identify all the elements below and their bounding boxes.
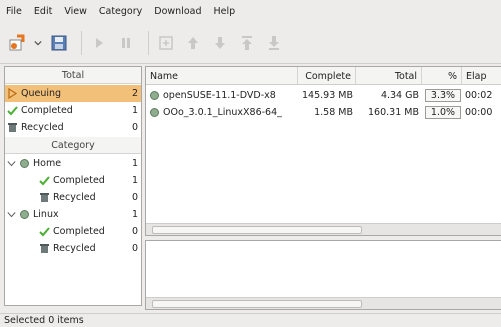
- sidebar-item-home-recycled[interactable]: Recycled 0: [5, 189, 141, 206]
- table-row[interactable]: openSUSE-11.1-DVD-x8 145.93 MB 4.34 GB 3…: [146, 87, 501, 104]
- move-up-button[interactable]: [182, 32, 204, 54]
- sidebar-item-count: 1: [131, 175, 138, 186]
- sidebar-item-label: Recycled: [53, 243, 96, 254]
- sidebar-item-count: 2: [131, 88, 138, 99]
- trash-icon: [8, 123, 17, 132]
- sidebar-item-home[interactable]: Home 1: [5, 155, 141, 172]
- file-icon: [150, 108, 159, 117]
- menu-bar: File Edit View Category Download Help: [0, 0, 501, 22]
- toolbar-separator: [81, 30, 82, 55]
- sidebar-item-recycled[interactable]: Recycled 0: [5, 119, 141, 136]
- menu-help[interactable]: Help: [214, 6, 236, 17]
- sidebar-item-count: 0: [131, 226, 138, 237]
- column-header-name[interactable]: Name: [146, 67, 298, 85]
- file-icon: [150, 91, 159, 100]
- category-icon: [20, 159, 29, 168]
- column-header-percent[interactable]: %: [422, 67, 462, 85]
- sidebar-item-label: Completed: [53, 226, 105, 237]
- cell-complete: 145.93 MB: [302, 90, 353, 101]
- check-icon: [39, 176, 50, 186]
- scrollbar-thumb[interactable]: [152, 300, 362, 308]
- sidebar-item-queuing[interactable]: Queuing 2: [5, 85, 141, 102]
- cell-name: OOo_3.0.1_LinuxX86-64_: [146, 104, 298, 121]
- category-header[interactable]: Category: [5, 137, 141, 154]
- sidebar-item-linux-completed[interactable]: Completed 0: [5, 223, 141, 240]
- progress-cell: 1.0%: [425, 106, 461, 119]
- category-icon: [20, 210, 29, 219]
- cell-total: 4.34 GB: [380, 90, 419, 101]
- expander-icon[interactable]: [7, 209, 16, 220]
- properties-button[interactable]: [155, 32, 177, 54]
- cell-complete: 1.58 MB: [314, 107, 353, 118]
- move-bottom-button[interactable]: [263, 32, 285, 54]
- download-list: Name Complete Total % Elap openSUSE-11.1…: [145, 66, 501, 236]
- sidebar-item-label: Recycled: [21, 122, 64, 133]
- cell-elapsed: 00:02: [465, 90, 493, 101]
- sidebar-item-count: 1: [131, 209, 138, 220]
- check-icon: [39, 227, 50, 237]
- sidebar-item-linux-recycled[interactable]: Recycled 0: [5, 240, 141, 257]
- cell-name: openSUSE-11.1-DVD-x8: [146, 87, 298, 104]
- toolbar-separator: [148, 30, 149, 55]
- sidebar-item-count: 1: [131, 158, 138, 169]
- menu-edit[interactable]: Edit: [34, 6, 52, 17]
- sidebar-item-label: Linux: [33, 209, 59, 220]
- sidebar-item-linux[interactable]: Linux 1: [5, 206, 141, 223]
- menu-file[interactable]: File: [6, 6, 22, 17]
- horizontal-scrollbar[interactable]: [146, 297, 501, 309]
- menu-view[interactable]: View: [64, 6, 87, 17]
- save-button[interactable]: [48, 32, 70, 54]
- start-button[interactable]: [88, 32, 110, 54]
- move-down-icon: [215, 36, 225, 49]
- sidebar-item-count: 0: [131, 122, 138, 133]
- column-header-total[interactable]: Total: [356, 67, 422, 85]
- scrollbar-thumb[interactable]: [152, 226, 362, 234]
- column-header-complete[interactable]: Complete: [298, 67, 356, 85]
- move-down-button[interactable]: [209, 32, 231, 54]
- dropdown-icon: [34, 40, 42, 45]
- save-icon: [51, 35, 67, 50]
- column-header-elapsed[interactable]: Elap: [462, 67, 501, 85]
- new-download-button[interactable]: [6, 32, 28, 54]
- move-top-button[interactable]: [236, 32, 258, 54]
- trash-icon: [40, 244, 49, 253]
- status-text: Selected 0 items: [4, 315, 84, 326]
- status-bar: Selected 0 items: [0, 313, 501, 327]
- menu-category[interactable]: Category: [99, 6, 142, 17]
- category-sidebar: Total Queuing 2 Completed 1 Recycled 0 C…: [4, 66, 142, 306]
- sidebar-item-label: Recycled: [53, 192, 96, 203]
- properties-icon: [159, 35, 173, 50]
- expander-icon[interactable]: [7, 158, 16, 169]
- trash-icon: [40, 193, 49, 202]
- pause-icon: [122, 37, 130, 48]
- pause-button[interactable]: [115, 32, 137, 54]
- toolbar: [0, 22, 501, 64]
- sidebar-item-label: Completed: [53, 175, 105, 186]
- details-pane: [145, 240, 501, 310]
- total-header[interactable]: Total: [5, 67, 141, 84]
- new-download-icon: [9, 34, 25, 50]
- sidebar-item-count: 1: [131, 105, 138, 116]
- progress-cell: 3.3%: [425, 89, 461, 102]
- table-header: Name Complete Total % Elap: [146, 67, 501, 85]
- horizontal-scrollbar[interactable]: [146, 223, 501, 235]
- cell-total: 160.31 MB: [368, 107, 419, 118]
- sidebar-item-home-completed[interactable]: Completed 1: [5, 172, 141, 189]
- cell-elapsed: 00:00: [465, 107, 493, 118]
- move-bottom-icon: [269, 35, 279, 50]
- check-icon: [7, 106, 18, 116]
- sidebar-item-label: Home: [33, 158, 62, 169]
- sidebar-item-label: Completed: [21, 105, 73, 116]
- start-icon: [96, 37, 103, 48]
- new-download-menu-button[interactable]: [33, 32, 43, 54]
- sidebar-item-count: 0: [131, 192, 138, 203]
- move-up-icon: [188, 36, 198, 49]
- table-row[interactable]: OOo_3.0.1_LinuxX86-64_ 1.58 MB 160.31 MB…: [146, 104, 501, 121]
- sidebar-item-completed[interactable]: Completed 1: [5, 102, 141, 119]
- menu-download[interactable]: Download: [154, 6, 201, 17]
- move-top-icon: [242, 35, 252, 50]
- sidebar-item-label: Queuing: [21, 88, 62, 99]
- sidebar-item-count: 0: [131, 243, 138, 254]
- queuing-icon: [8, 88, 18, 99]
